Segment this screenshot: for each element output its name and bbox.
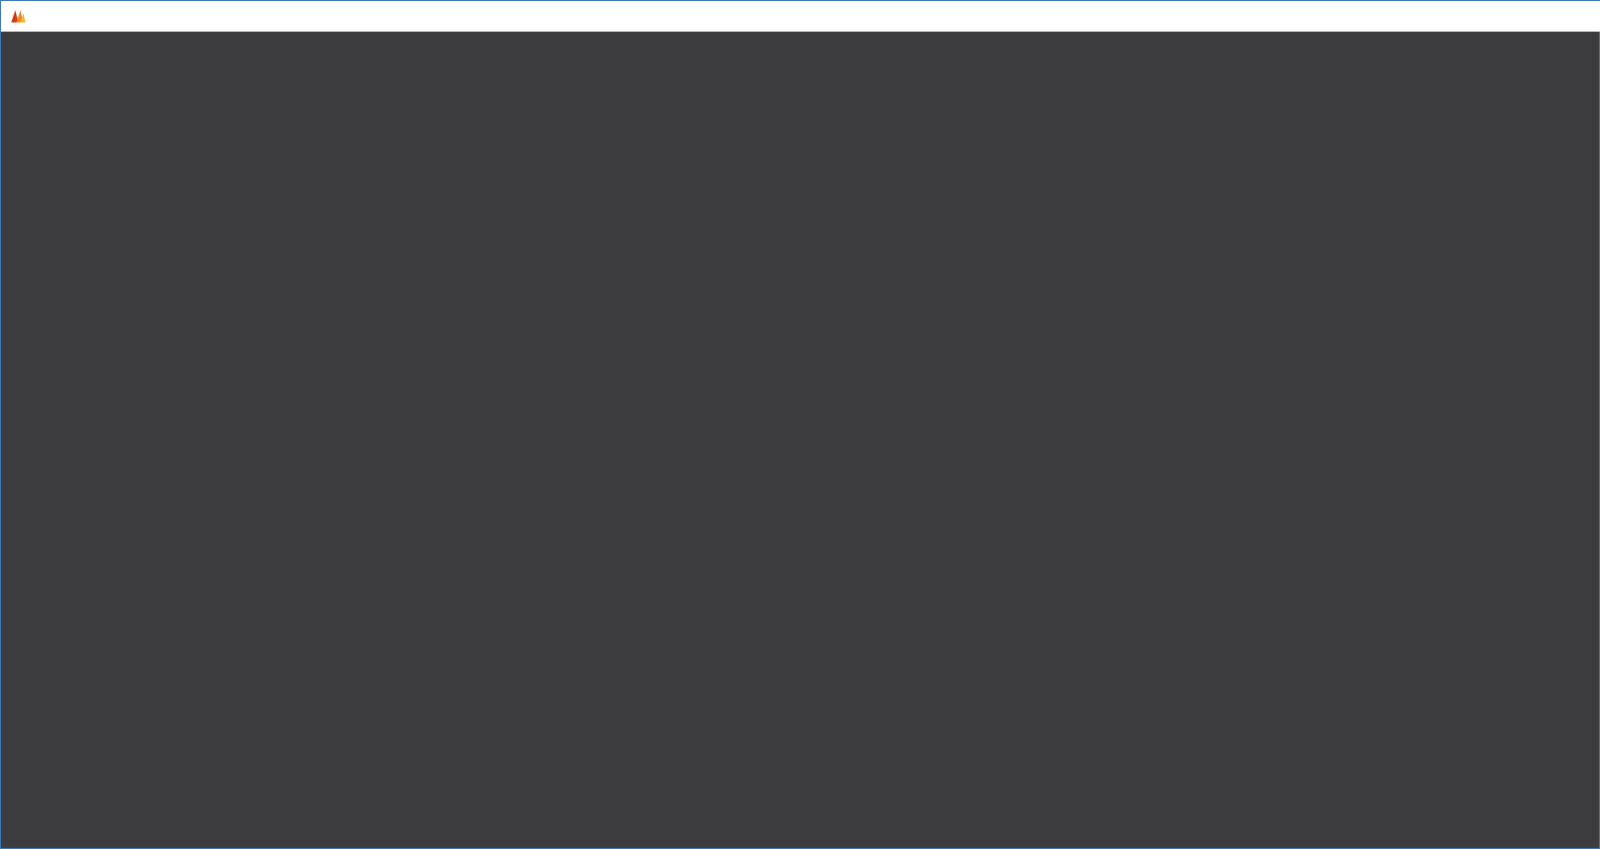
- moho-app-window: [0, 0, 1600, 849]
- minimize-button[interactable]: [1507, 1, 1554, 32]
- moho-logo-icon: [11, 10, 26, 23]
- title-bar: [1, 1, 1600, 32]
